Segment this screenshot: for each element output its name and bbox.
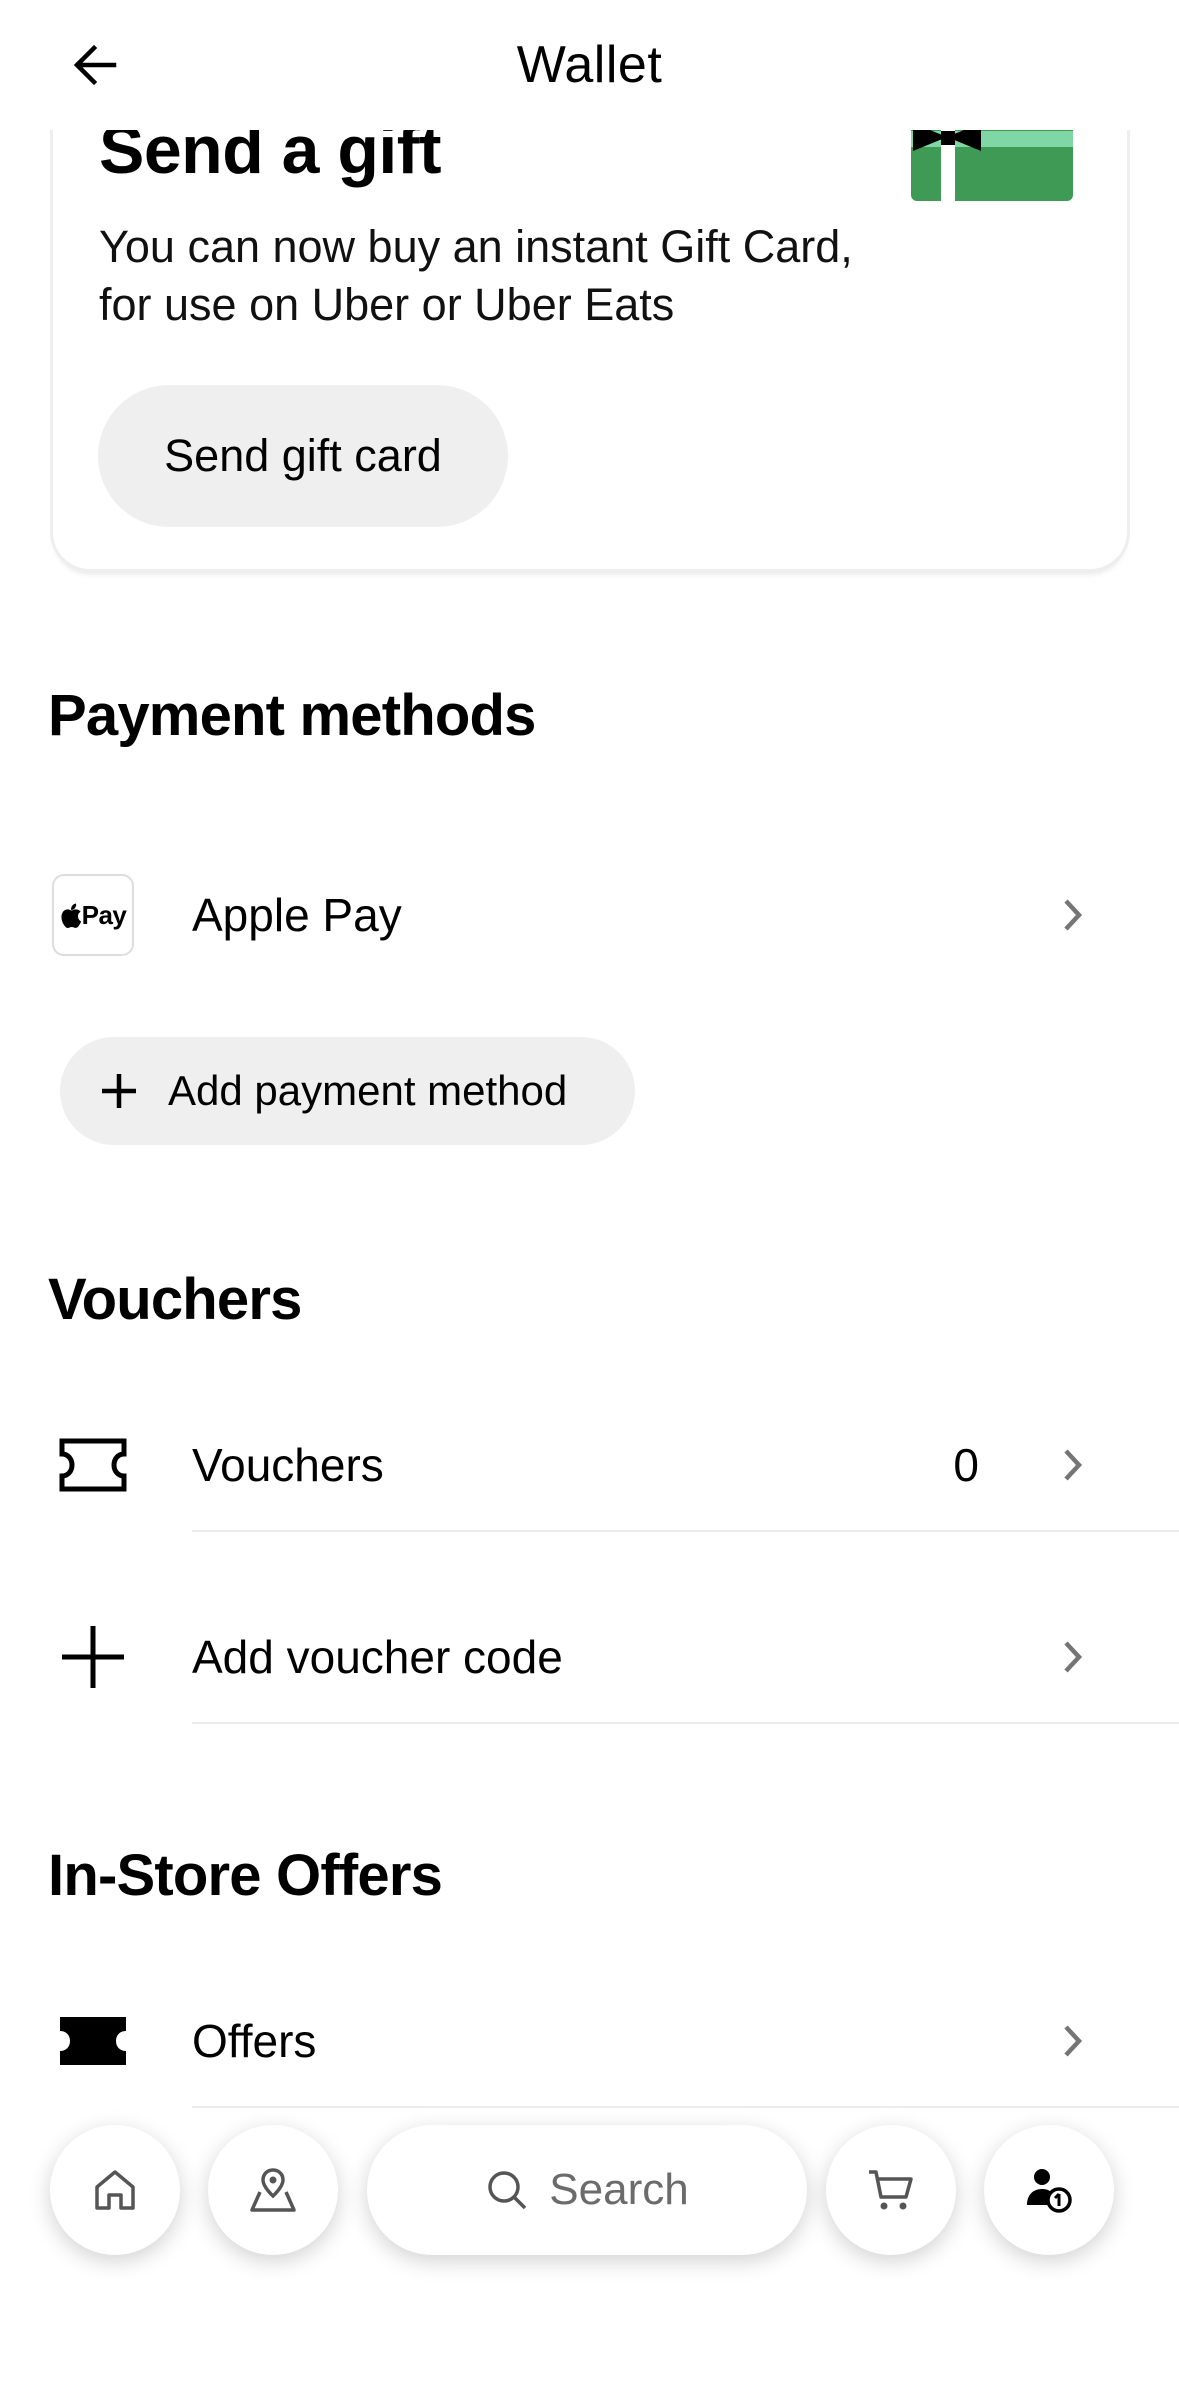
apple-logo-icon bbox=[61, 903, 81, 928]
chevron-right-icon bbox=[1058, 1440, 1088, 1490]
page-title: Wallet bbox=[516, 36, 663, 94]
divider bbox=[192, 1530, 1179, 1532]
in-store-offers-heading: In-Store Offers bbox=[48, 1843, 443, 1908]
chevron-right-icon bbox=[1058, 1632, 1088, 1682]
divider bbox=[192, 2106, 1179, 2108]
home-icon bbox=[95, 2170, 135, 2210]
add-voucher-code-row[interactable]: Add voucher code bbox=[0, 1592, 1179, 1722]
payment-methods-heading: Payment methods bbox=[48, 683, 536, 748]
bottom-navigation: Search bbox=[0, 2125, 1179, 2315]
apple-pay-icon: Pay bbox=[48, 870, 138, 960]
vouchers-label: Vouchers bbox=[192, 1439, 384, 1491]
chevron-right-icon bbox=[1058, 2016, 1088, 2066]
cart-icon bbox=[869, 2170, 913, 2210]
add-payment-method-label: Add payment method bbox=[168, 1067, 568, 1114]
add-payment-method-button[interactable]: Add payment method bbox=[60, 1037, 635, 1145]
ticket-filled-icon bbox=[48, 1996, 138, 2086]
add-voucher-code-label: Add voucher code bbox=[192, 1631, 563, 1683]
location-pin-icon bbox=[250, 2168, 296, 2212]
nav-search-label: Search bbox=[549, 2165, 689, 2214]
nav-home-button[interactable] bbox=[50, 2125, 180, 2255]
offers-row[interactable]: Offers bbox=[0, 1976, 1179, 2106]
send-gift-card-label: Send gift card bbox=[164, 430, 442, 481]
plus-icon bbox=[48, 1612, 138, 1702]
ticket-icon bbox=[48, 1420, 138, 1510]
vouchers-count: 0 bbox=[953, 1439, 979, 1491]
divider bbox=[192, 1722, 1179, 1724]
offers-label: Offers bbox=[192, 2015, 317, 2067]
vouchers-heading: Vouchers bbox=[48, 1267, 302, 1332]
apple-pay-label: Apple Pay bbox=[192, 889, 402, 941]
chevron-right-icon bbox=[1058, 890, 1088, 940]
nav-account-button[interactable] bbox=[984, 2125, 1114, 2255]
back-button[interactable] bbox=[60, 30, 130, 100]
nav-location-button[interactable] bbox=[208, 2125, 338, 2255]
payment-method-apple-pay[interactable]: Pay Apple Pay bbox=[0, 850, 1179, 980]
account-icon bbox=[1027, 2169, 1072, 2213]
arrow-left-icon bbox=[73, 44, 117, 86]
gift-description: You can now buy an instant Gift Card, fo… bbox=[99, 221, 853, 330]
apple-pay-badge-text: Pay bbox=[81, 899, 127, 930]
nav-cart-button[interactable] bbox=[826, 2125, 956, 2255]
nav-search-button[interactable]: Search bbox=[367, 2125, 807, 2255]
wallet-screen: Send a gift You can now buy an instant G… bbox=[0, 0, 1179, 2396]
plus-icon bbox=[102, 1074, 136, 1108]
vouchers-row[interactable]: Vouchers 0 bbox=[0, 1400, 1179, 1530]
search-icon bbox=[488, 2171, 527, 2210]
send-gift-card-button[interactable]: Send gift card bbox=[98, 385, 508, 527]
top-bar: Wallet bbox=[0, 0, 1179, 130]
